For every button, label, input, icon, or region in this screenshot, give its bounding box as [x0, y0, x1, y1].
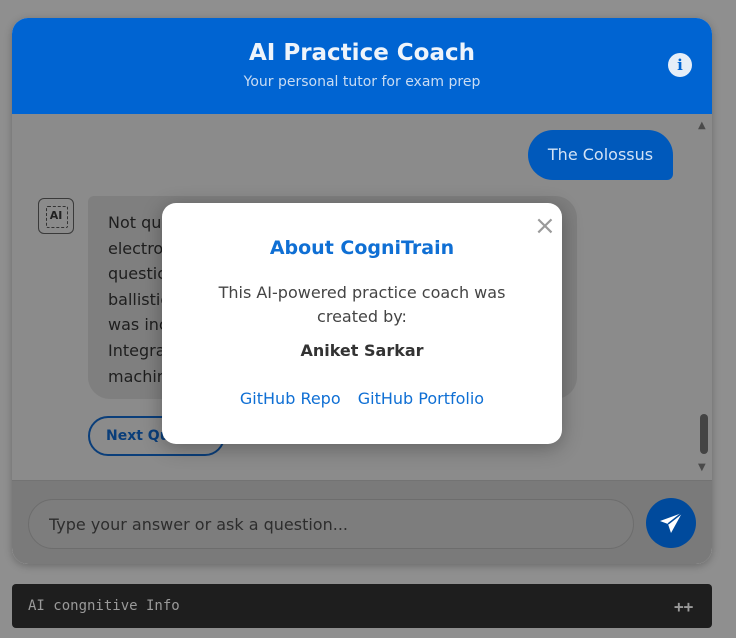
scrollbar-thumb[interactable] — [700, 414, 708, 454]
cognitive-info-panel[interactable]: AI congnitive Info ++ — [12, 584, 712, 628]
github-portfolio-link[interactable]: GitHub Portfolio — [358, 389, 484, 408]
app-subtitle: Your personal tutor for exam prep — [243, 74, 481, 90]
info-icon[interactable]: i — [668, 53, 692, 77]
answer-input[interactable] — [28, 499, 634, 549]
input-bar — [12, 480, 712, 564]
app-header: AI Practice Coach Your personal tutor fo… — [12, 18, 712, 114]
modal-title: About CogniTrain — [269, 237, 455, 259]
paper-plane-icon — [660, 512, 683, 533]
modal-links: GitHub Repo GitHub Portfolio — [162, 389, 562, 408]
modal-author: Aniket Sarkar — [300, 341, 424, 360]
bot-avatar-icon: AI — [38, 198, 74, 234]
send-button[interactable] — [646, 498, 696, 548]
scroll-down-arrow-icon[interactable]: ▼ — [698, 462, 706, 473]
expand-button[interactable]: ++ — [674, 597, 693, 616]
modal-description: This AI-powered practice coach was creat… — [218, 283, 506, 326]
scroll-up-arrow-icon[interactable]: ▲ — [698, 120, 706, 131]
cognitive-info-title: AI congnitive Info — [28, 598, 180, 614]
app-title: AI Practice Coach — [248, 40, 476, 66]
github-repo-link[interactable]: GitHub Repo — [240, 389, 341, 408]
user-message: The Colossus — [528, 130, 673, 180]
about-modal: × About CogniTrain This AI-powered pract… — [162, 203, 562, 444]
